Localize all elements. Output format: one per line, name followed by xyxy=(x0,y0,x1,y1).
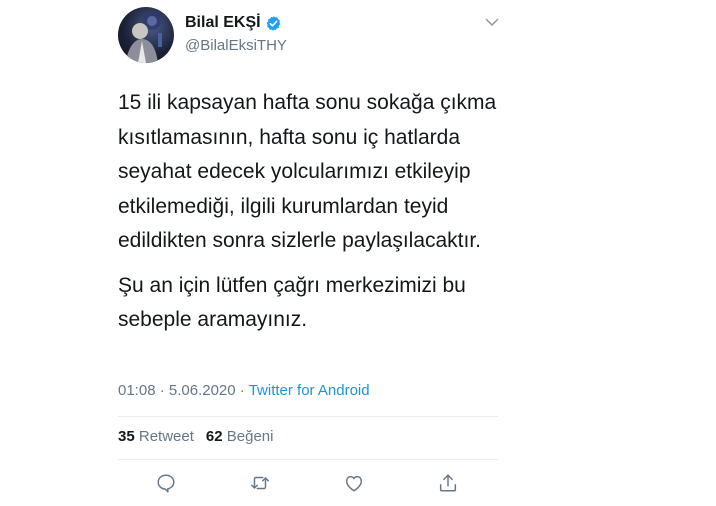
meta-separator: · xyxy=(159,382,169,399)
share-icon[interactable] xyxy=(437,472,461,496)
tweet-card: Bilal EKŞİ @BilalEksiTHY 15 ili kapsayan… xyxy=(100,0,520,506)
avatar-image xyxy=(126,12,162,63)
chevron-down-icon[interactable] xyxy=(484,14,500,30)
tweet-actions xyxy=(155,472,465,496)
display-name[interactable]: Bilal EKŞİ xyxy=(185,14,261,32)
like-count: 62 xyxy=(205,428,223,445)
avatar[interactable] xyxy=(118,7,174,63)
tweet-meta: 01:08 · 5.06.2020 · Twitter for Android xyxy=(118,382,370,399)
divider xyxy=(118,416,498,417)
divider xyxy=(118,459,498,460)
retweet-icon[interactable] xyxy=(249,472,273,496)
tweet-time[interactable]: 01:08 xyxy=(118,382,156,399)
verified-badge-icon xyxy=(265,15,282,32)
tweet-paragraph-2: Şu an için lütfen çağrı merkezimizi bu s… xyxy=(118,273,466,332)
tweet-date[interactable]: 5.06.2020 xyxy=(169,382,236,399)
engagement-stats: 35 Retweet 62 Beğeni xyxy=(118,428,273,445)
retweet-count: 35 xyxy=(118,428,135,445)
tweet-paragraph-1: 15 ili kapsayan hafta sonu sokağa çıkma … xyxy=(118,91,497,252)
heart-icon[interactable] xyxy=(343,472,367,496)
meta-separator: · xyxy=(239,382,249,399)
retweet-stat[interactable]: 35 Retweet xyxy=(118,428,194,445)
tweet-text: 15 ili kapsayan hafta sonu sokağa çıkma … xyxy=(118,86,513,338)
retweet-label: Retweet xyxy=(138,428,194,445)
reply-icon[interactable] xyxy=(155,472,179,496)
like-label: Beğeni xyxy=(226,428,274,445)
tweet-source[interactable]: Twitter for Android xyxy=(249,382,370,399)
author-name-row: Bilal EKŞİ xyxy=(185,14,282,32)
user-handle[interactable]: @BilalEksiTHY xyxy=(185,37,287,54)
like-stat[interactable]: 62 Beğeni xyxy=(206,428,274,445)
